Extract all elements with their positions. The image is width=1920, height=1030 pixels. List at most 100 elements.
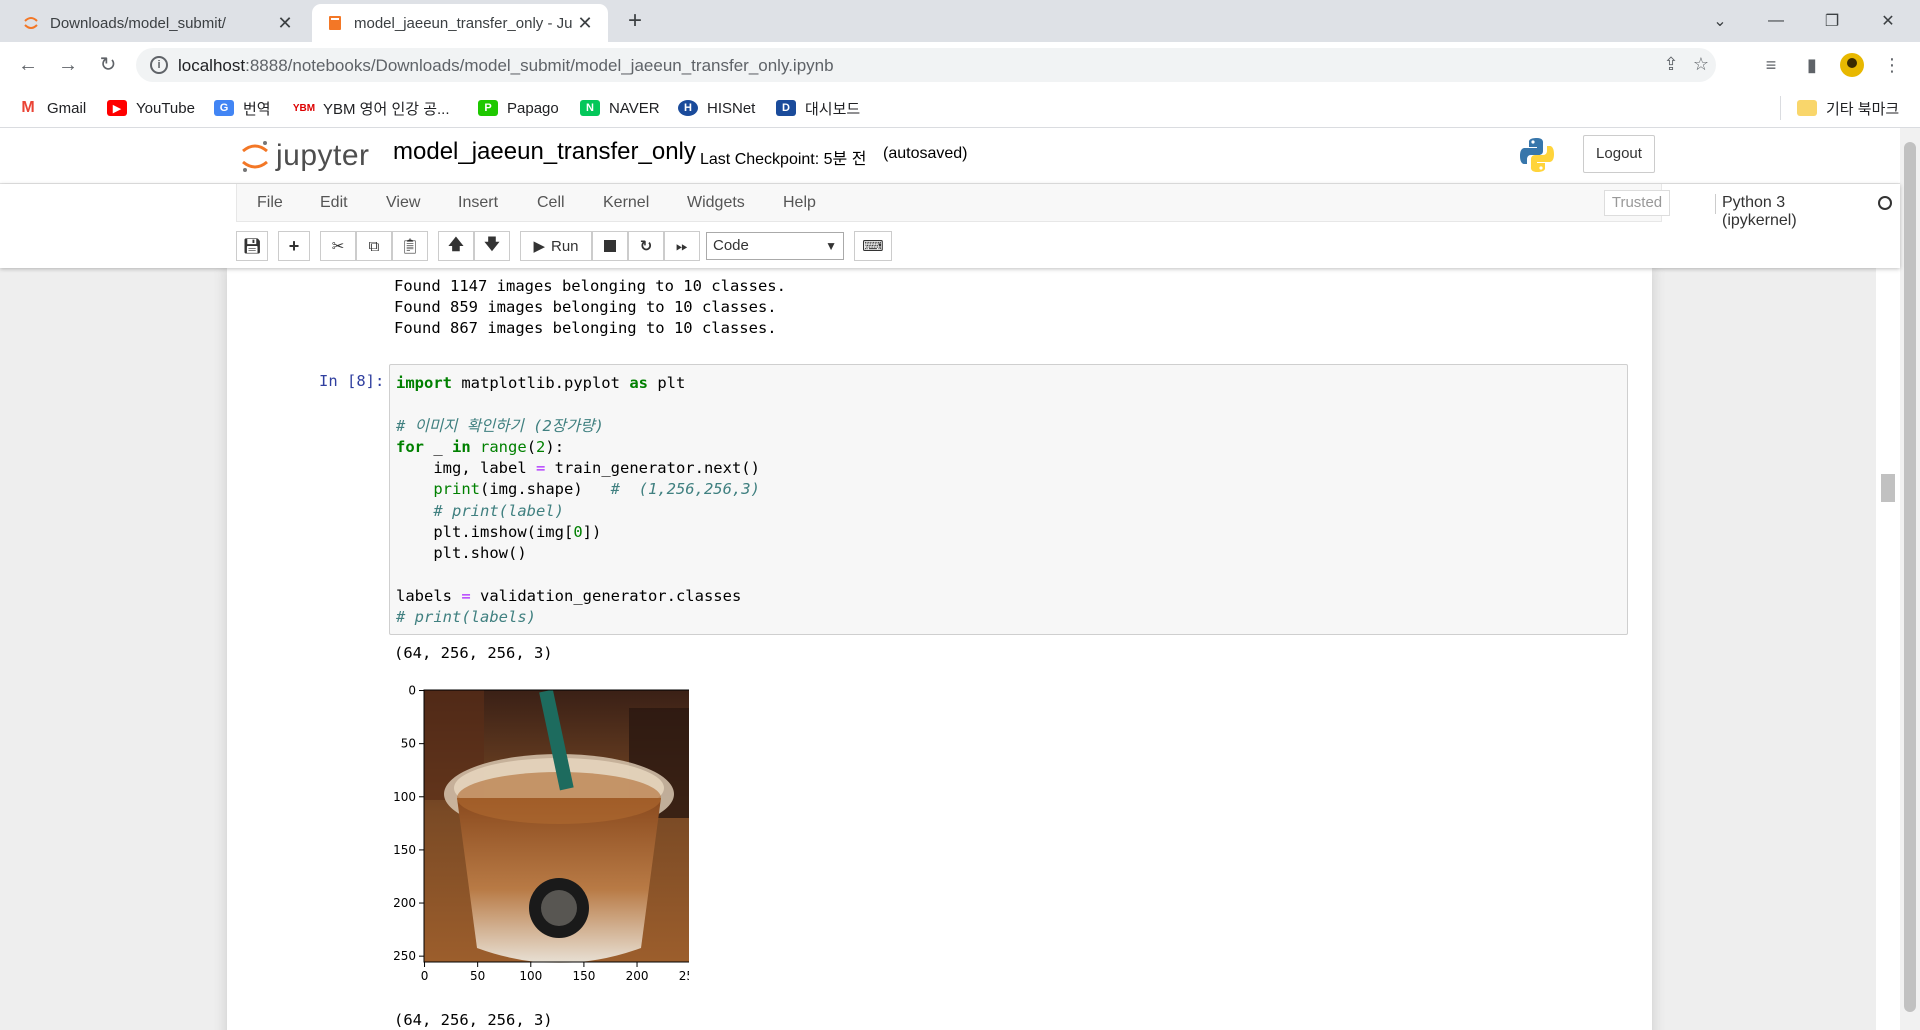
paste-button[interactable]: 📋︎ xyxy=(392,231,428,261)
new-tab-button[interactable]: + xyxy=(620,8,650,36)
profile-avatar[interactable] xyxy=(1838,52,1866,80)
more-menu-icon[interactable]: ⋮ xyxy=(1878,52,1906,80)
browser-tab-downloads[interactable]: Downloads/model_submit/ ✕ xyxy=(8,4,308,42)
y-tick-label: 200 xyxy=(393,896,416,910)
hisnet-icon: H xyxy=(678,100,698,116)
jupyter-favicon-icon xyxy=(22,14,40,32)
url-bar[interactable]: i localhost:8888/notebooks/Downloads/mod… xyxy=(136,48,1716,82)
image-content xyxy=(424,689,689,963)
notebook-scrollbar[interactable] xyxy=(1876,268,1900,1030)
notebook-scroll-thumb[interactable] xyxy=(1881,474,1895,502)
play-icon: ▶ xyxy=(533,238,545,255)
reload-icon[interactable]: ↻ xyxy=(94,52,122,80)
menu-view[interactable]: View xyxy=(386,194,420,212)
restart-button[interactable]: ↻ xyxy=(628,231,664,261)
menu-widgets[interactable]: Widgets xyxy=(687,194,745,212)
tab-title: model_jaeeun_transfer_only - Ju xyxy=(354,14,573,32)
checkpoint-status: Last Checkpoint: 5분 전 xyxy=(700,151,867,168)
menu-insert[interactable]: Insert xyxy=(458,194,498,212)
menu-file[interactable]: File xyxy=(257,194,283,212)
notebook-title[interactable]: model_jaeeun_transfer_only xyxy=(393,138,696,166)
cut-button[interactable]: ✂ xyxy=(320,231,356,261)
y-tick-label: 50 xyxy=(401,737,416,751)
forward-icon[interactable]: → xyxy=(54,52,82,80)
x-tick-label: 0 xyxy=(421,969,429,983)
code-cell-editor[interactable]: import matplotlib.pyplot as plt # 이미지 확인… xyxy=(389,364,1628,635)
minimize-button[interactable]: — xyxy=(1748,0,1804,42)
restart-run-all-button[interactable]: ⏩︎ xyxy=(664,231,700,261)
site-info-icon[interactable]: i xyxy=(150,56,168,74)
page-scroll-thumb[interactable] xyxy=(1904,142,1916,1012)
autosave-status: (autosaved) xyxy=(883,145,968,162)
output-shape-text: (64, 256, 256, 3) xyxy=(394,644,553,662)
copy-icon: ⧉ xyxy=(368,237,380,255)
x-tick-label: 150 xyxy=(572,969,595,983)
browser-tab-strip: Downloads/model_submit/ ✕ model_jaeeun_t… xyxy=(0,0,1920,42)
bookmark-dashboard[interactable]: D 대시보드 xyxy=(776,96,860,120)
bookmark-youtube[interactable]: ▶ YouTube xyxy=(107,96,195,120)
arrow-up-icon: 🡅 xyxy=(448,235,464,253)
notebook-site: Found 1147 images belonging to 10 classe… xyxy=(0,268,1900,1030)
ybm-icon: YBM xyxy=(292,102,316,114)
close-icon[interactable]: ✕ xyxy=(276,13,294,34)
output-shape-text-2: (64, 256, 256, 3) xyxy=(394,1011,553,1029)
bookmark-ybm[interactable]: YBM YBM 영어 인강 공... xyxy=(292,96,450,120)
menu-help[interactable]: Help xyxy=(783,194,816,212)
youtube-icon: ▶ xyxy=(107,100,127,116)
kernel-name[interactable]: Python 3 (ipykernel) xyxy=(1715,194,1797,229)
insert-cell-button[interactable]: + xyxy=(278,231,310,261)
menu-edit[interactable]: Edit xyxy=(320,194,348,212)
share-icon[interactable]: ⇪ xyxy=(1660,54,1682,76)
cut-icon: ✂ xyxy=(331,238,345,255)
y-tick-label: 0 xyxy=(408,684,416,698)
menu-kernel[interactable]: Kernel xyxy=(603,194,649,212)
cell-type-select[interactable]: Code ▼ xyxy=(706,232,844,260)
other-bookmarks[interactable]: 기타 북마크 xyxy=(1780,96,1899,120)
python-logo-icon xyxy=(1520,138,1554,172)
tab-search-icon[interactable]: ⌄ xyxy=(1692,0,1748,42)
copy-button[interactable]: ⧉ xyxy=(356,231,392,261)
previous-cell-output: Found 1147 images belonging to 10 classe… xyxy=(394,277,786,337)
x-tick-label: 50 xyxy=(470,969,485,983)
naver-icon: N xyxy=(580,100,600,116)
url-text[interactable]: localhost:8888/notebooks/Downloads/model… xyxy=(178,56,834,76)
logout-button[interactable]: Logout xyxy=(1583,135,1655,173)
jupyter-wordmark: jupyter xyxy=(276,139,370,172)
bookmark-papago[interactable]: P Papago xyxy=(478,96,559,120)
jupyter-logo[interactable]: jupyter xyxy=(240,136,370,176)
x-tick-label: 100 xyxy=(519,969,542,983)
y-tick-label: 150 xyxy=(393,843,416,857)
menu-cell[interactable]: Cell xyxy=(537,194,565,212)
translate-icon: G xyxy=(214,100,234,116)
trusted-badge[interactable]: Trusted xyxy=(1604,190,1670,216)
jupyter-logo-icon xyxy=(242,141,268,172)
y-tick-label: 100 xyxy=(393,790,416,804)
bookmark-translate[interactable]: G 번역 xyxy=(214,96,271,120)
side-panel-icon[interactable]: ▮ xyxy=(1798,52,1826,80)
interrupt-button[interactable] xyxy=(592,231,628,261)
y-tick-label: 250 xyxy=(393,949,416,963)
notebook-favicon-icon xyxy=(326,14,344,32)
move-down-button[interactable]: 🡇 xyxy=(474,231,510,261)
move-up-button[interactable]: 🡅 xyxy=(438,231,474,261)
bookmark-hisnet[interactable]: H HISNet xyxy=(678,96,755,120)
save-icon: 💾︎ xyxy=(242,238,262,255)
bookmark-naver[interactable]: N NAVER xyxy=(580,96,660,120)
page-scrollbar[interactable] xyxy=(1900,128,1920,1030)
command-palette-button[interactable]: ⌨ xyxy=(854,231,892,261)
run-button[interactable]: ▶ Run xyxy=(520,231,592,261)
save-button[interactable]: 💾︎ xyxy=(236,231,268,261)
browser-tab-notebook[interactable]: model_jaeeun_transfer_only - Ju ✕ xyxy=(312,4,608,42)
chevron-down-icon: ▼ xyxy=(825,239,837,253)
bookmark-star-icon[interactable]: ☆ xyxy=(1690,54,1712,76)
x-tick-label: 250 xyxy=(679,969,689,983)
window-close-button[interactable]: ✕ xyxy=(1860,0,1916,42)
close-icon[interactable]: ✕ xyxy=(576,13,594,34)
media-control-icon[interactable]: ≡ xyxy=(1757,52,1785,80)
notebook-container: Found 1147 images belonging to 10 classe… xyxy=(227,268,1652,1030)
bookmark-gmail[interactable]: M Gmail xyxy=(18,96,86,120)
folder-icon xyxy=(1797,100,1817,116)
back-icon[interactable]: ← xyxy=(14,52,42,80)
code-content[interactable]: import matplotlib.pyplot as plt # 이미지 확인… xyxy=(396,373,760,629)
restore-button[interactable]: ❐ xyxy=(1804,0,1860,42)
